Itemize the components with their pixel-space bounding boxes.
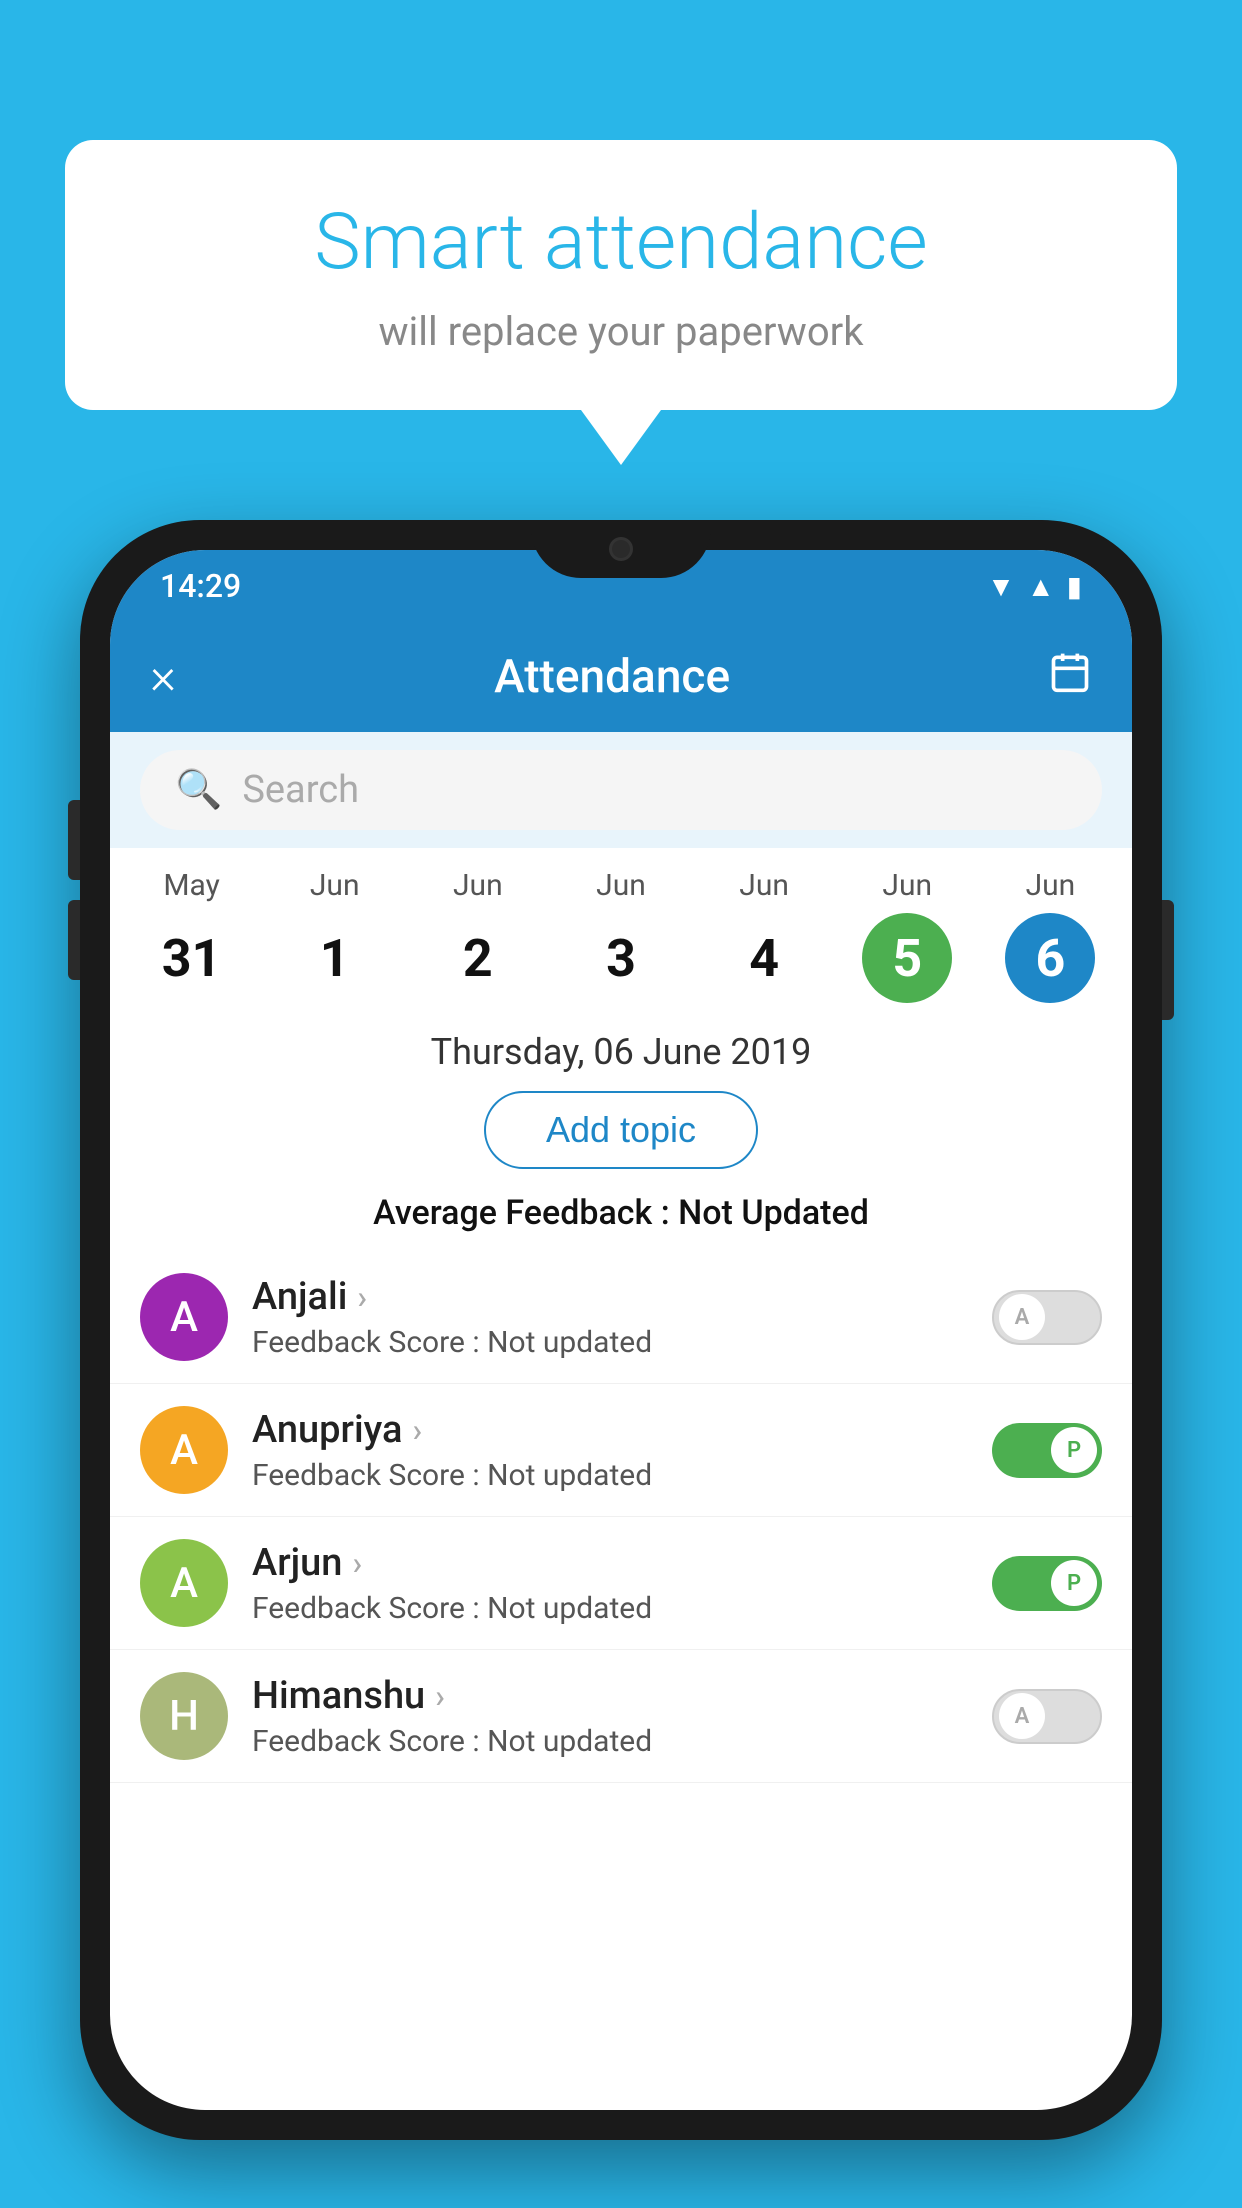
toggle-anupriya[interactable]: P xyxy=(992,1423,1102,1478)
student-info-arjun: Arjun › Feedback Score : Not updated xyxy=(252,1541,968,1626)
day-month-2: Jun xyxy=(453,868,503,903)
search-container: 🔍 Search xyxy=(110,732,1132,848)
calendar-button[interactable] xyxy=(1048,650,1092,705)
selected-date-label: Thursday, 06 June 2019 xyxy=(110,1013,1132,1083)
close-button[interactable]: × xyxy=(150,652,176,702)
student-item-anupriya[interactable]: A Anupriya › Feedback Score : Not update… xyxy=(110,1384,1132,1517)
calendar-strip: May 31 Jun 1 Jun 2 Jun 3 xyxy=(110,848,1132,1013)
battery-icon: ▮ xyxy=(1067,570,1082,603)
signal-icon: ▲ xyxy=(1027,570,1055,603)
phone-vol-down-button xyxy=(68,900,80,980)
day-num-5: 5 xyxy=(862,913,952,1003)
day-num-1: 1 xyxy=(290,913,380,1003)
day-col-jun3[interactable]: Jun 3 xyxy=(561,868,681,1003)
student-info-anjali: Anjali › Feedback Score : Not updated xyxy=(252,1275,968,1360)
student-name-anjali: Anjali › xyxy=(252,1275,968,1319)
student-info-anupriya: Anupriya › Feedback Score : Not updated xyxy=(252,1408,968,1493)
day-month-6: Jun xyxy=(1026,868,1076,903)
chevron-arjun: › xyxy=(352,1544,362,1582)
toggle-knob-arjun: P xyxy=(1051,1560,1097,1606)
student-item-anjali[interactable]: A Anjali › Feedback Score : Not updated … xyxy=(110,1251,1132,1384)
bubble-title: Smart attendance xyxy=(125,200,1117,286)
chevron-himanshu: › xyxy=(435,1677,445,1715)
toggle-arjun[interactable]: P xyxy=(992,1556,1102,1611)
day-month-5: Jun xyxy=(882,868,932,903)
phone-screen: 14:29 ▼ ▲ ▮ × Attendance xyxy=(110,550,1132,2110)
day-month-1: Jun xyxy=(310,868,360,903)
chevron-anupriya: › xyxy=(412,1411,422,1449)
avatar-anjali: A xyxy=(140,1273,228,1361)
toggle-anjali[interactable]: A xyxy=(992,1290,1102,1345)
feedback-himanshu: Feedback Score : Not updated xyxy=(252,1724,968,1759)
day-month-3: Jun xyxy=(596,868,646,903)
day-col-may31[interactable]: May 31 xyxy=(132,868,252,1003)
day-num-3: 3 xyxy=(576,913,666,1003)
student-list: A Anjali › Feedback Score : Not updated … xyxy=(110,1251,1132,2110)
day-month-0: May xyxy=(163,868,219,903)
day-col-jun4[interactable]: Jun 4 xyxy=(704,868,824,1003)
day-col-jun1[interactable]: Jun 1 xyxy=(275,868,395,1003)
camera-dot xyxy=(609,537,633,561)
day-col-jun5[interactable]: Jun 5 xyxy=(847,868,967,1003)
day-num-6: 6 xyxy=(1005,913,1095,1003)
day-num-0: 31 xyxy=(147,913,237,1003)
app-bar: × Attendance xyxy=(110,622,1132,732)
toggle-knob-anjali: A xyxy=(999,1294,1045,1340)
day-num-4: 4 xyxy=(719,913,809,1003)
feedback-arjun: Feedback Score : Not updated xyxy=(252,1591,968,1626)
feedback-anjali: Feedback Score : Not updated xyxy=(252,1325,968,1360)
phone-side-button-right xyxy=(1162,900,1174,1020)
toggle-knob-anupriya: P xyxy=(1051,1427,1097,1473)
status-icons: ▼ ▲ ▮ xyxy=(987,570,1082,603)
speech-bubble: Smart attendance will replace your paper… xyxy=(65,140,1177,410)
day-num-2: 2 xyxy=(433,913,523,1003)
day-col-jun6[interactable]: Jun 6 xyxy=(990,868,1110,1003)
status-time: 14:29 xyxy=(160,567,241,605)
phone-notch xyxy=(531,520,711,578)
phone-vol-up-button xyxy=(68,800,80,880)
toggle-switch-anjali[interactable]: A xyxy=(992,1290,1102,1345)
toggle-switch-himanshu[interactable]: A xyxy=(992,1689,1102,1744)
student-name-himanshu: Himanshu › xyxy=(252,1674,968,1718)
search-icon: 🔍 xyxy=(175,768,222,812)
search-placeholder: Search xyxy=(242,768,359,812)
avatar-himanshu: H xyxy=(140,1672,228,1760)
avatar-arjun: A xyxy=(140,1539,228,1627)
day-month-4: Jun xyxy=(739,868,789,903)
toggle-switch-arjun[interactable]: P xyxy=(992,1556,1102,1611)
app-title: Attendance xyxy=(494,650,730,704)
day-col-jun2[interactable]: Jun 2 xyxy=(418,868,538,1003)
student-name-anupriya: Anupriya › xyxy=(252,1408,968,1452)
avg-feedback-value: Not Updated xyxy=(678,1193,869,1233)
student-item-arjun[interactable]: A Arjun › Feedback Score : Not updated P xyxy=(110,1517,1132,1650)
phone-wrapper: 14:29 ▼ ▲ ▮ × Attendance xyxy=(80,520,1162,2208)
add-topic-container: Add topic xyxy=(110,1083,1132,1185)
toggle-switch-anupriya[interactable]: P xyxy=(992,1423,1102,1478)
bubble-subtitle: will replace your paperwork xyxy=(125,308,1117,355)
chevron-anjali: › xyxy=(357,1278,367,1316)
search-bar[interactable]: 🔍 Search xyxy=(140,750,1102,830)
toggle-knob-himanshu: A xyxy=(999,1693,1045,1739)
student-name-arjun: Arjun › xyxy=(252,1541,968,1585)
avg-feedback: Average Feedback : Not Updated xyxy=(110,1185,1132,1251)
add-topic-button[interactable]: Add topic xyxy=(484,1091,758,1169)
avg-feedback-label: Average Feedback : xyxy=(373,1193,678,1233)
feedback-anupriya: Feedback Score : Not updated xyxy=(252,1458,968,1493)
phone-frame: 14:29 ▼ ▲ ▮ × Attendance xyxy=(80,520,1162,2140)
avatar-anupriya: A xyxy=(140,1406,228,1494)
student-info-himanshu: Himanshu › Feedback Score : Not updated xyxy=(252,1674,968,1759)
student-item-himanshu[interactable]: H Himanshu › Feedback Score : Not update… xyxy=(110,1650,1132,1783)
calendar-days: May 31 Jun 1 Jun 2 Jun 3 xyxy=(120,868,1122,1003)
speech-bubble-container: Smart attendance will replace your paper… xyxy=(65,140,1177,410)
toggle-himanshu[interactable]: A xyxy=(992,1689,1102,1744)
wifi-icon: ▼ xyxy=(987,570,1015,603)
